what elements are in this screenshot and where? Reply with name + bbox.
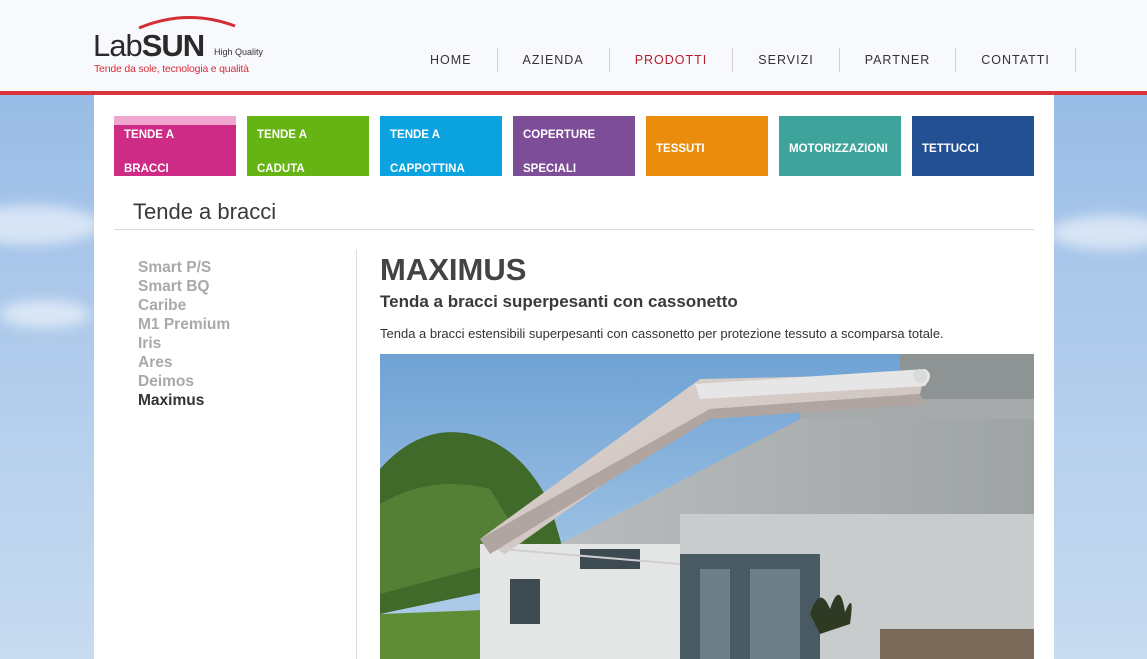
active-category-indicator [114,116,236,125]
logo-badge: High Quality [214,47,264,57]
background-cloud [1050,215,1147,250]
category-tende-a-cappottina[interactable]: TENDE A CAPPOTTINA [380,116,502,176]
labsun-logo[interactable]: LabSUN High Quality Tende da sole, tecno… [93,14,273,78]
sidebar-item-caribe[interactable]: Caribe [138,296,230,315]
category-tessuti[interactable]: TESSUTI [646,116,768,176]
section-divider [114,229,1034,230]
product-subtitle: Tenda a bracci superpesanti con cassonet… [380,292,738,311]
nav-contatti[interactable]: CONTATTI [956,48,1076,72]
background-cloud [0,300,90,328]
sidebar-item-ares[interactable]: Ares [138,353,230,372]
category-tende-a-bracci[interactable]: TENDE A BRACCI [114,116,236,176]
sidebar-item-m1-premium[interactable]: M1 Premium [138,315,230,334]
nav-home[interactable]: HOME [405,48,498,72]
category-coperture-speciali[interactable]: COPERTURE SPECIALI [513,116,635,176]
sidebar-item-deimos[interactable]: Deimos [138,372,230,391]
awning-illustration [380,354,1034,659]
logo-tagline: Tende da sole, tecnologia e qualità [94,63,249,75]
sidebar-item-smart-bq[interactable]: Smart BQ [138,277,230,296]
product-photo [380,354,1034,659]
sidebar-item-iris[interactable]: Iris [138,334,230,353]
sidebar-item-maximus[interactable]: Maximus [138,391,230,410]
nav-servizi[interactable]: SERVIZI [733,48,840,72]
background-cloud [0,205,100,245]
site-header: LabSUN High Quality Tende da sole, tecno… [0,0,1147,95]
category-motorizzazioni[interactable]: MOTORIZZAZIONI [779,116,901,176]
sidebar-divider [356,250,357,659]
nav-partner[interactable]: PARTNER [840,48,957,72]
nav-prodotti[interactable]: PRODOTTI [610,48,734,72]
main-nav: HOME AZIENDA PRODOTTI SERVIZI PARTNER CO… [405,48,1076,72]
nav-azienda[interactable]: AZIENDA [498,48,610,72]
section-title: Tende a bracci [133,199,277,224]
sidebar-item-smart-ps[interactable]: Smart P/S [138,258,230,277]
logo-wordmark: LabSUN [93,28,205,63]
content-panel: TENDE A BRACCI TENDE A CADUTA TENDE A CAPPO… [94,95,1054,659]
product-sidebar: Smart P/S Smart BQ Caribe M1 Premium Iri… [138,258,230,410]
product-title: MAXIMUS [380,252,527,287]
product-description: Tenda a bracci estensibili superpesanti … [380,326,944,341]
category-tende-a-caduta[interactable]: TENDE A CADUTA [247,116,369,176]
category-tettucci[interactable]: TETTUCCI [912,116,1034,176]
